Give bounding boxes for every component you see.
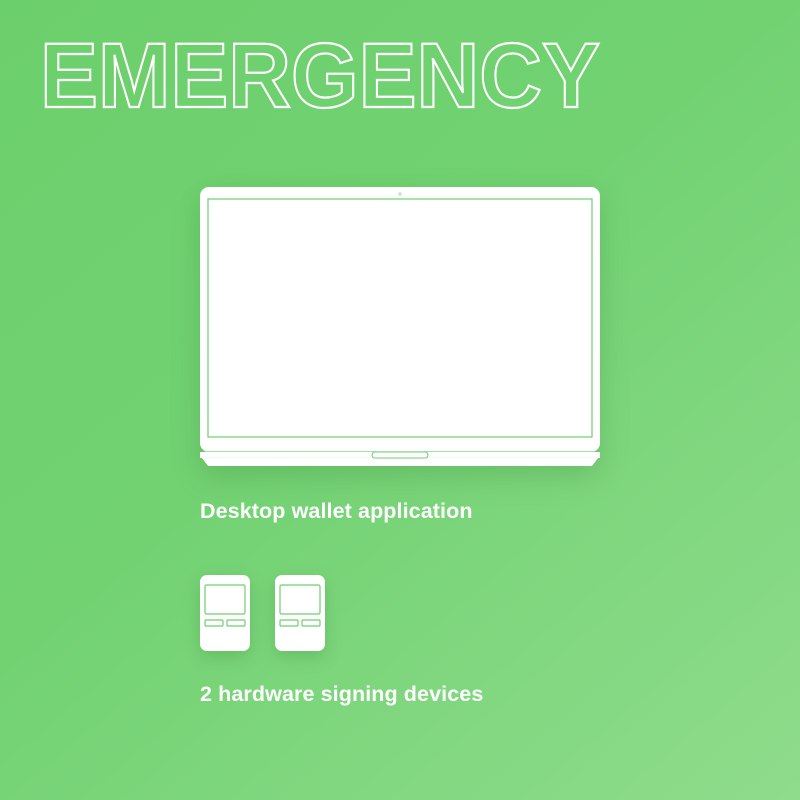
laptop-icon [200,187,600,467]
hardware-device-icon [200,575,250,651]
hardware-devices-caption: 2 hardware signing devices [200,682,484,706]
hardware-device-icon [275,575,325,651]
page-headline: EMERGENCY [39,24,640,128]
headline-text: EMERGENCY [40,25,600,127]
desktop-wallet-caption: Desktop wallet application [200,499,473,523]
headline-outline-text: EMERGENCY [39,24,601,128]
